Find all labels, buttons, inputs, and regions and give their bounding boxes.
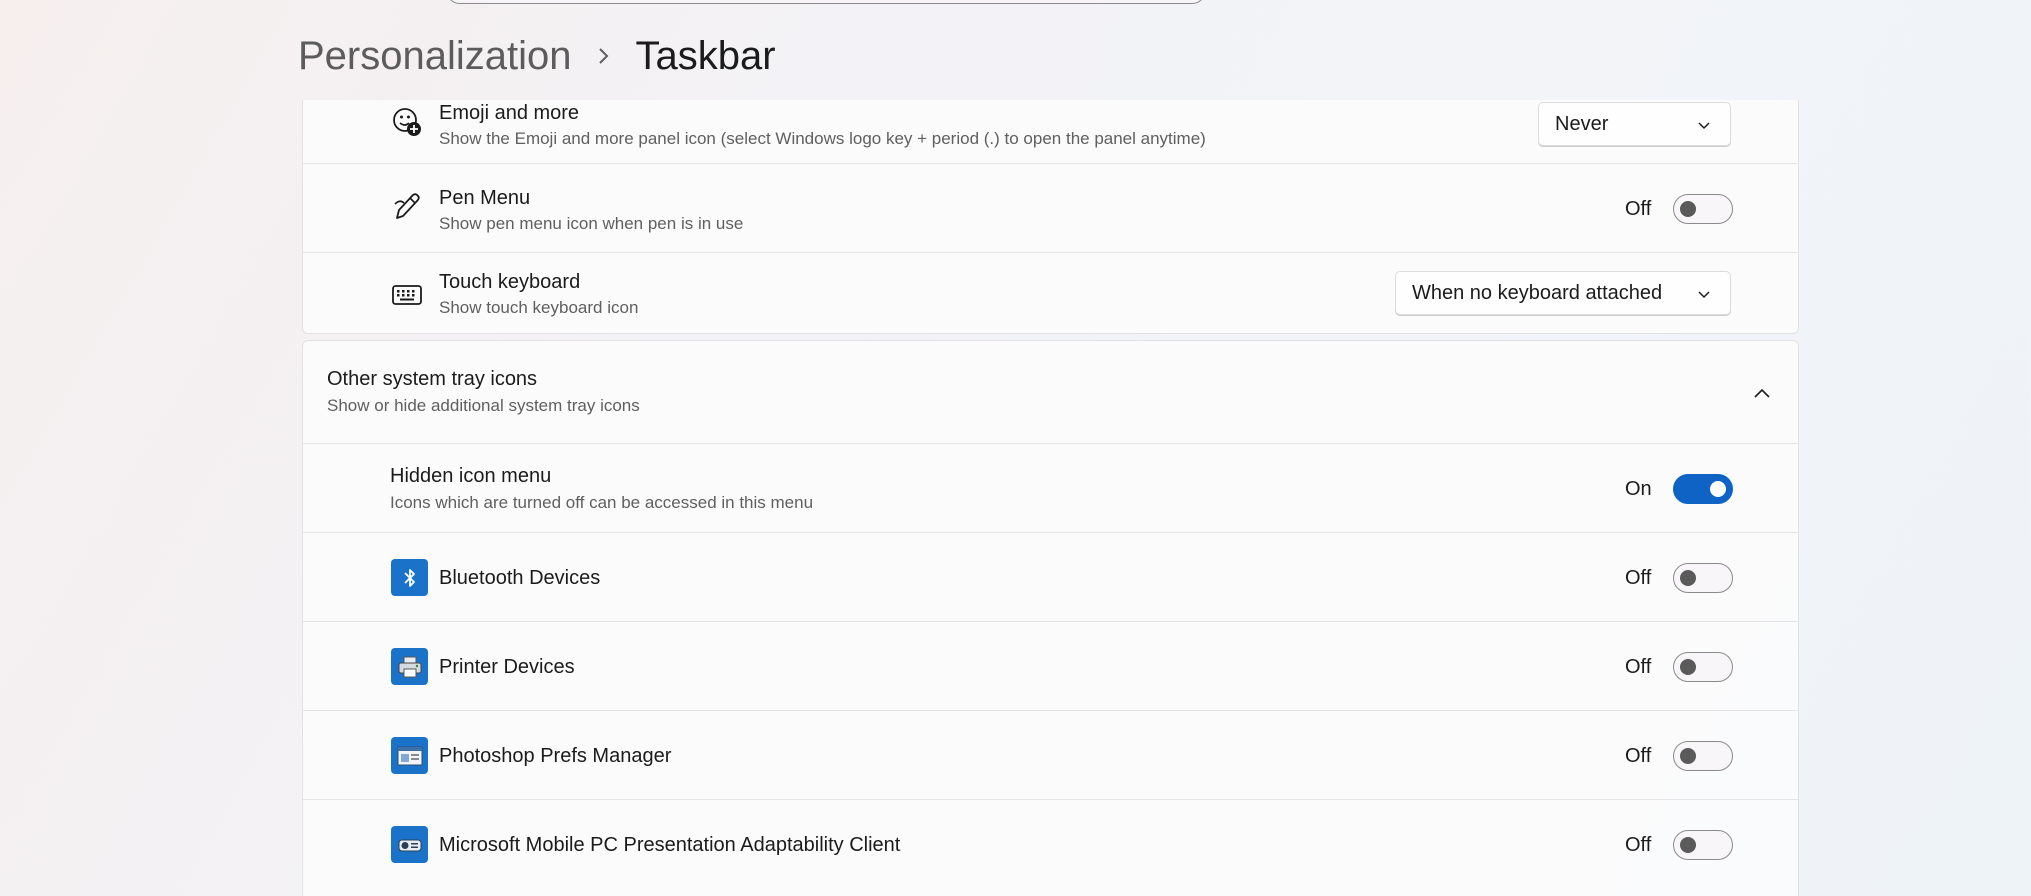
chevron-up-icon[interactable] <box>1752 383 1772 403</box>
tray-item-label: Microsoft Mobile PC Presentation Adaptab… <box>439 834 901 856</box>
setting-row-pen-menu: Pen Menu Show pen menu icon when pen is … <box>303 164 1798 253</box>
tray-item-label: Bluetooth Devices <box>439 567 601 589</box>
toggle-state-label: Off <box>1625 745 1652 767</box>
toggle-knob <box>1680 570 1696 586</box>
presentation-client-toggle[interactable] <box>1673 830 1733 860</box>
toggle-state-label: On <box>1625 478 1652 500</box>
bluetooth-devices-toggle[interactable] <box>1673 563 1733 593</box>
keyboard-icon <box>391 279 423 311</box>
chevron-down-icon <box>1696 286 1712 302</box>
tray-item-label: Printer Devices <box>439 656 575 678</box>
dropdown-value: When no keyboard attached <box>1412 281 1663 304</box>
pen-menu-toggle[interactable] <box>1673 194 1733 224</box>
pen-icon <box>391 190 423 222</box>
toggle-state-label: Off <box>1625 198 1652 220</box>
toggle-state-label: Off <box>1625 567 1652 589</box>
setting-description: Show the Emoji and more panel icon (sele… <box>439 129 1206 148</box>
chevron-down-icon <box>1696 117 1712 133</box>
corner-icons-panel: Emoji and more Show the Emoji and more p… <box>302 100 1799 334</box>
printer-devices-toggle[interactable] <box>1673 652 1733 682</box>
tray-item-label: Photoshop Prefs Manager <box>439 745 672 767</box>
toggle-state-label: Off <box>1625 656 1652 678</box>
tray-item-printer: Printer Devices Off <box>303 622 1798 711</box>
toggle-knob <box>1680 837 1696 853</box>
tray-item-bluetooth: Bluetooth Devices Off <box>303 533 1798 622</box>
dropdown-value: Never <box>1555 112 1609 135</box>
setting-row-hidden-icon-menu: Hidden icon menu Icons which are turned … <box>303 444 1798 533</box>
setting-row-touch-keyboard: Touch keyboard Show touch keyboard icon … <box>303 253 1798 334</box>
tray-item-presentation-client: Microsoft Mobile PC Presentation Adaptab… <box>303 800 1798 889</box>
section-title: Other system tray icons <box>327 368 538 390</box>
setting-row-emoji: Emoji and more Show the Emoji and more p… <box>303 100 1798 164</box>
setting-title: Emoji and more <box>439 102 580 124</box>
page-title: Taskbar <box>635 33 776 78</box>
chevron-right-icon <box>594 46 614 66</box>
hidden-icon-menu-toggle[interactable] <box>1673 474 1733 504</box>
bluetooth-icon <box>391 559 428 596</box>
emoji-add-icon <box>391 106 423 138</box>
setting-description: Show touch keyboard icon <box>439 298 639 317</box>
toggle-state-label: Off <box>1625 834 1652 856</box>
tray-item-photoshop-prefs: Photoshop Prefs Manager Off <box>303 711 1798 800</box>
printer-icon <box>391 648 428 685</box>
setting-description: Icons which are turned off can be access… <box>390 493 814 512</box>
toggle-knob <box>1680 748 1696 764</box>
touch-keyboard-dropdown[interactable]: When no keyboard attached <box>1395 271 1731 315</box>
app-window-icon <box>391 737 428 774</box>
other-tray-icons-panel: Other system tray icons Show or hide add… <box>302 340 1799 896</box>
search-box-edge[interactable] <box>446 0 1206 4</box>
setting-title: Touch keyboard <box>439 271 581 293</box>
breadcrumb: Personalization Taskbar <box>298 30 776 82</box>
setting-title: Pen Menu <box>439 187 531 209</box>
toggle-knob <box>1680 659 1696 675</box>
setting-title: Hidden icon menu <box>390 465 552 487</box>
other-tray-icons-expander[interactable]: Other system tray icons Show or hide add… <box>303 341 1798 444</box>
photoshop-prefs-toggle[interactable] <box>1673 741 1733 771</box>
toggle-knob <box>1710 481 1726 497</box>
section-description: Show or hide additional system tray icon… <box>327 396 640 415</box>
emoji-visibility-dropdown[interactable]: Never <box>1538 102 1731 146</box>
projector-icon <box>391 826 428 863</box>
breadcrumb-personalization[interactable]: Personalization <box>298 34 572 79</box>
setting-description: Show pen menu icon when pen is in use <box>439 214 744 233</box>
toggle-knob <box>1680 201 1696 217</box>
